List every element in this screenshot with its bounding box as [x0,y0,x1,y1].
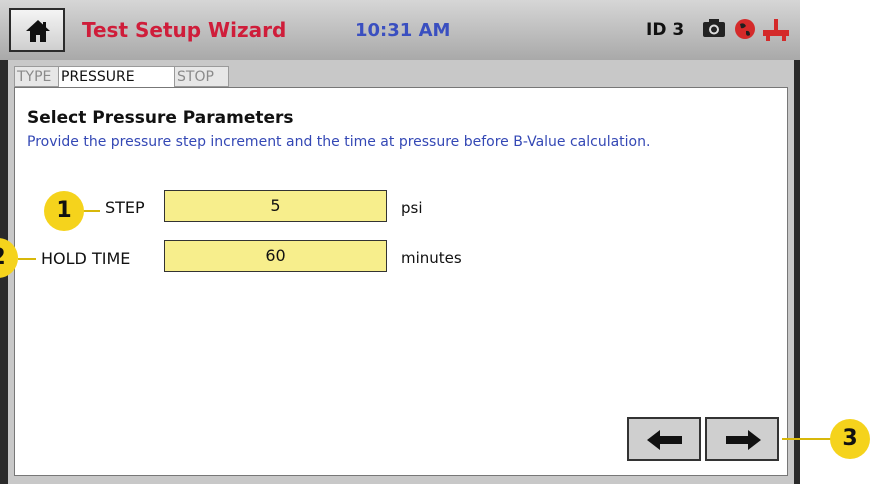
home-button[interactable] [9,8,65,52]
callout-3: 3 [830,419,870,459]
hold-time-input[interactable]: 60 [164,240,387,272]
home-icon [26,20,50,42]
next-button[interactable] [705,417,779,461]
wizard-panel: TYPE PRESSURE STOP Select Pressure Param… [8,60,794,484]
tab-stop[interactable]: STOP [174,66,229,87]
hold-time-unit: minutes [401,249,462,267]
step-label: STEP [105,198,145,217]
device-frame: Test Setup Wizard 10:31 AM ID 3 TYPE PRE… [0,0,800,484]
globe-icon[interactable] [734,18,756,40]
tab-type[interactable]: TYPE [14,66,59,87]
callout-1: 1 [44,191,84,231]
step-input[interactable]: 5 [164,190,387,222]
arrow-left-icon [647,430,682,450]
device-id: ID 3 [646,20,685,40]
section-heading: Select Pressure Parameters [27,108,294,128]
callout-2-leader [18,258,36,260]
hold-time-label: HOLD TIME [41,249,131,268]
title-bar: Test Setup Wizard 10:31 AM ID 3 [0,0,800,60]
callout-3-leader [782,438,832,440]
tab-pressure[interactable]: PRESSURE [58,66,175,88]
valve-icon[interactable] [762,18,790,42]
section-description: Provide the pressure step increment and … [27,134,651,150]
camera-icon[interactable] [702,18,726,38]
tab-content: Select Pressure Parameters Provide the p… [14,87,788,476]
step-unit: psi [401,199,423,217]
arrow-right-icon [726,430,761,450]
app-title: Test Setup Wizard [82,18,287,42]
back-button[interactable] [627,417,701,461]
clock: 10:31 AM [355,20,451,41]
